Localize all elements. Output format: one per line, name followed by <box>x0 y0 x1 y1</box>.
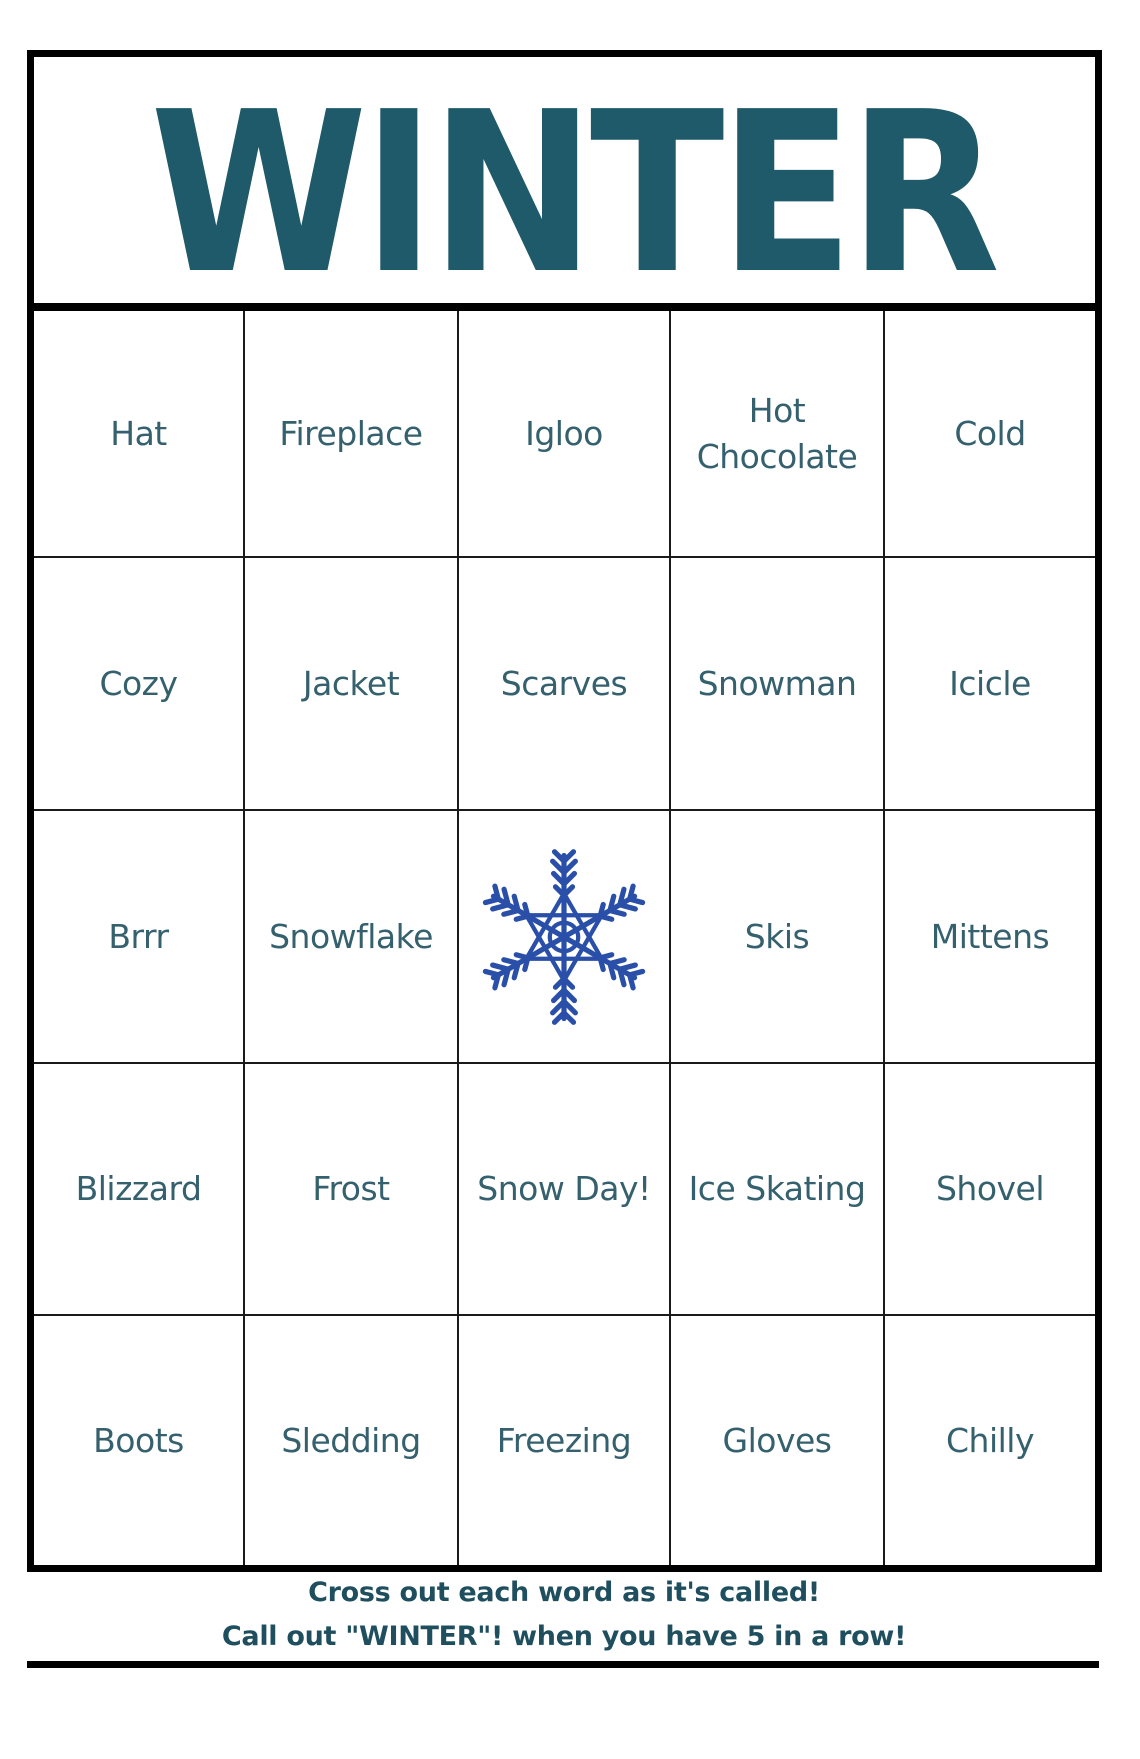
cell-label: Freezing <box>496 1420 632 1460</box>
bingo-cell[interactable]: Icicle <box>885 558 1095 811</box>
bingo-cell[interactable]: Ice Skating <box>671 1064 885 1316</box>
cell-label: Igloo <box>525 413 603 453</box>
cell-label: Blizzard <box>75 1169 202 1208</box>
cell-label: Snowman <box>697 663 857 703</box>
bingo-cell[interactable]: Snowflake <box>245 811 459 1064</box>
cell-label: Chilly <box>946 1420 1035 1460</box>
snowflake-icon <box>482 848 646 1025</box>
bingo-cell[interactable]: Boots <box>34 1316 245 1565</box>
cell-label: Snow Day! <box>477 1169 651 1208</box>
cell-label: Frost <box>312 1169 390 1208</box>
title-banner: WINTER <box>34 57 1095 311</box>
free-space-cell[interactable] <box>459 811 671 1064</box>
bingo-cell[interactable]: Snow Day! <box>459 1064 671 1316</box>
bingo-cell[interactable]: Hot Chocolate <box>671 311 885 558</box>
bingo-cell[interactable]: Blizzard <box>34 1064 245 1316</box>
cell-label-line: Hot <box>748 390 806 430</box>
cell-label: Gloves <box>722 1420 832 1460</box>
bingo-cell[interactable]: Scarves <box>459 558 671 811</box>
bingo-cell[interactable]: Frost <box>245 1064 459 1316</box>
cell-label: Scarves <box>500 663 628 703</box>
page-title: WINTER <box>150 65 997 303</box>
bingo-grid: Hat Fireplace Igloo Hot Chocolate Cold Cozy Jac… <box>34 311 1095 1565</box>
bingo-cell[interactable]: Cold <box>885 311 1095 558</box>
cell-label: Skis <box>744 916 810 956</box>
bingo-cell[interactable]: Brrr <box>34 811 245 1064</box>
cell-label: Sledding <box>281 1420 421 1460</box>
bingo-cell[interactable]: Sledding <box>245 1316 459 1565</box>
cell-label: Fireplace <box>279 413 423 453</box>
bingo-cell[interactable]: Snowman <box>671 558 885 811</box>
cell-label: Icicle <box>949 663 1031 703</box>
cell-label: Cold <box>954 413 1026 453</box>
instruction-line-1: Cross out each word as it's called! <box>308 1577 820 1608</box>
cell-label: Cozy <box>99 663 178 703</box>
cell-label: Ice Skating <box>688 1169 866 1208</box>
bingo-cell[interactable]: Igloo <box>459 311 671 558</box>
bingo-cell[interactable]: Mittens <box>885 811 1095 1064</box>
bingo-cell[interactable]: Hat <box>34 311 245 558</box>
bottom-rule <box>27 1661 1099 1668</box>
bingo-cell[interactable]: Chilly <box>885 1316 1095 1565</box>
bingo-cell[interactable]: Cozy <box>34 558 245 811</box>
cell-label: Hat <box>110 413 167 453</box>
bingo-cell[interactable]: Freezing <box>459 1316 671 1565</box>
cell-label: Jacket <box>302 663 400 703</box>
title-graphic: WINTER <box>150 65 1003 303</box>
bingo-cell[interactable]: Gloves <box>671 1316 885 1565</box>
instruction-line-2: Call out "WINTER"! when you have 5 in a … <box>221 1621 907 1652</box>
bingo-card: WINTER Hat Fireplace Igloo Hot Chocolate Cold… <box>27 50 1102 1572</box>
cell-label: Hot Chocolate <box>697 388 858 480</box>
cell-label: Brrr <box>108 916 169 956</box>
bingo-cell[interactable]: Shovel <box>885 1064 1095 1316</box>
cell-label: Shovel <box>935 1169 1045 1208</box>
cell-label: Snowflake <box>269 916 433 956</box>
cell-label-line: Chocolate <box>696 436 858 476</box>
bingo-cell[interactable]: Jacket <box>245 558 459 811</box>
cell-label: Boots <box>93 1420 184 1460</box>
cell-label: Mittens <box>930 916 1050 956</box>
bingo-cell[interactable]: Fireplace <box>245 311 459 558</box>
bingo-cell[interactable]: Skis <box>671 811 885 1064</box>
